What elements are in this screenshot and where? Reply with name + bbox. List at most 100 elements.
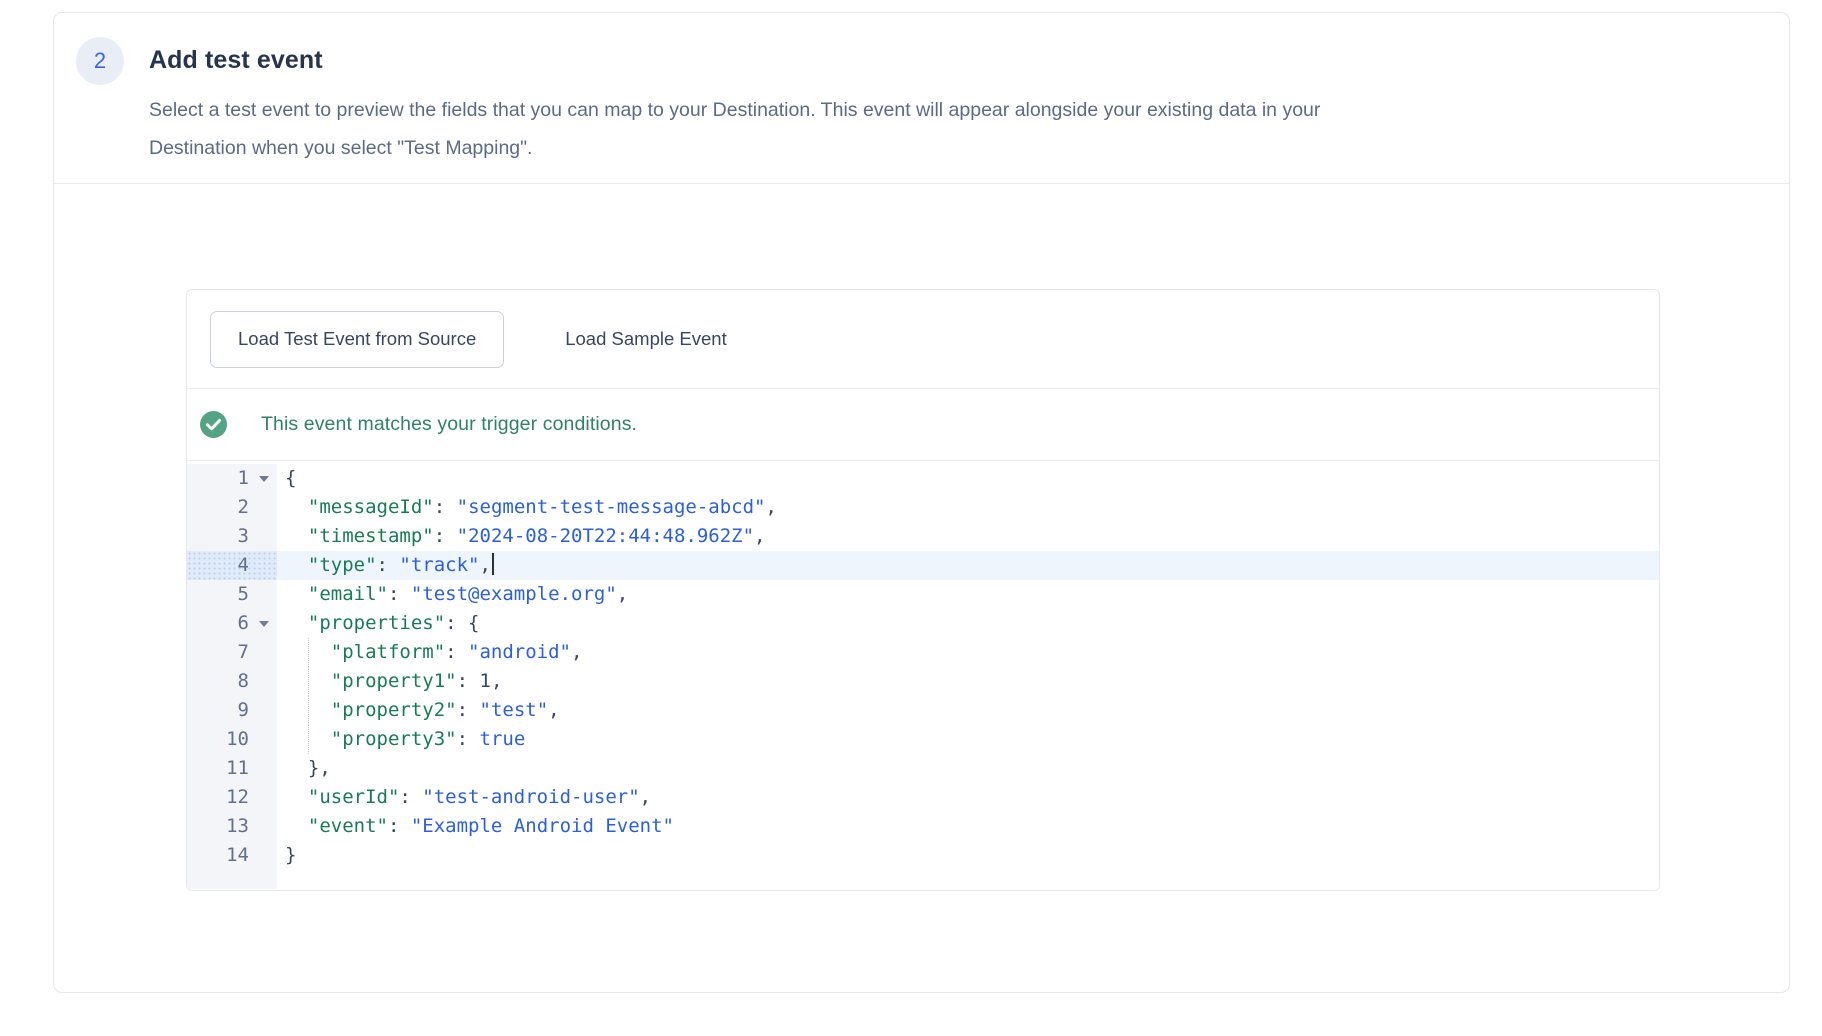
step-body: Load Test Event from Source Load Sample … [54, 184, 1789, 891]
code-content[interactable]: "userId": "test-android-user", [277, 783, 1659, 812]
code-token: "segment-test-message-abcd" [457, 496, 766, 518]
code-token: : [399, 786, 422, 808]
code-token: "Example Android Event" [411, 815, 674, 837]
code-token: "test@example.org" [411, 583, 617, 605]
code-content[interactable]: }, [277, 754, 1659, 783]
text-cursor [492, 553, 494, 575]
code-token: : [457, 670, 480, 692]
code-content[interactable]: } [277, 841, 1659, 870]
indent [285, 612, 308, 634]
code-token: , [491, 670, 502, 692]
add-test-event-card: 2 Add test event Select a test event to … [53, 12, 1790, 993]
code-token: "property2" [331, 699, 457, 721]
code-token: "email" [308, 583, 388, 605]
load-sample-event-button[interactable]: Load Sample Event [538, 311, 753, 368]
code-content[interactable]: "properties": { [277, 609, 1659, 638]
code-line-8[interactable]: 8 "property1": 1, [187, 667, 1659, 696]
load-test-event-button[interactable]: Load Test Event from Source [210, 311, 504, 368]
indent [285, 757, 308, 779]
code-line-12[interactable]: 12 "userId": "test-android-user", [187, 783, 1659, 812]
gutter-filler [187, 870, 1659, 889]
json-editor[interactable]: 1{2 "messageId": "segment-test-message-a… [187, 461, 1659, 891]
code-filler-cell [277, 870, 1659, 889]
indent-guide-line [308, 638, 309, 667]
event-source-toolbar: Load Test Event from Source Load Sample … [187, 290, 1659, 389]
gutter-cell: 6 [187, 609, 277, 638]
code-content[interactable]: "event": "Example Android Event" [277, 812, 1659, 841]
line-number: 5 [238, 583, 249, 605]
code-content[interactable]: "platform": "android", [277, 638, 1659, 667]
code-token: : [434, 496, 457, 518]
gutter-cell: 10 [187, 725, 277, 754]
line-number: 3 [238, 525, 249, 547]
trigger-match-banner: This event matches your trigger conditio… [187, 389, 1659, 461]
code-token: : [434, 525, 457, 547]
code-token: , [640, 786, 651, 808]
line-number: 6 [238, 612, 249, 634]
gutter-cell: 7 [187, 638, 277, 667]
code-token: , [754, 525, 765, 547]
code-token: 1 [480, 670, 491, 692]
code-line-2[interactable]: 2 "messageId": "segment-test-message-abc… [187, 493, 1659, 522]
code-line-3[interactable]: 3 "timestamp": "2024-08-20T22:44:48.962Z… [187, 522, 1659, 551]
fold-arrow-icon[interactable] [259, 476, 269, 482]
step-number-badge: 2 [76, 37, 124, 85]
indent [285, 525, 308, 547]
gutter-cell: 5 [187, 580, 277, 609]
step-header: 2 Add test event Select a test event to … [54, 13, 1789, 184]
code-line-4[interactable]: 4 "type": "track", [187, 551, 1659, 580]
line-number: 13 [226, 815, 249, 837]
line-number: 9 [238, 699, 249, 721]
code-token: "2024-08-20T22:44:48.962Z" [457, 525, 754, 547]
indent-guide-line [308, 696, 309, 725]
code-token: : { [445, 612, 479, 634]
code-token: : [457, 728, 480, 750]
code-line-11[interactable]: 11 }, [187, 754, 1659, 783]
code-token: "property3" [331, 728, 457, 750]
code-token: "timestamp" [308, 525, 434, 547]
gutter-cell: 11 [187, 754, 277, 783]
code-line-5[interactable]: 5 "email": "test@example.org", [187, 580, 1659, 609]
code-content[interactable]: "email": "test@example.org", [277, 580, 1659, 609]
gutter-cell: 4 [187, 551, 277, 580]
code-line-7[interactable]: 7 "platform": "android", [187, 638, 1659, 667]
code-token: "property1" [331, 670, 457, 692]
code-token: : [388, 815, 411, 837]
code-line-14[interactable]: 14} [187, 841, 1659, 870]
code-content[interactable]: { [277, 464, 1659, 493]
code-token: , [571, 641, 582, 663]
code-content[interactable]: "property1": 1, [277, 667, 1659, 696]
code-token: : [445, 641, 468, 663]
code-content[interactable]: "timestamp": "2024-08-20T22:44:48.962Z", [277, 522, 1659, 551]
gutter-cell: 14 [187, 841, 277, 870]
indent-guide-line [308, 725, 309, 754]
code-token: "track" [399, 554, 479, 576]
step-description: Select a test event to preview the field… [149, 91, 1320, 167]
page-title: Add test event [149, 46, 1320, 75]
code-token: }, [308, 757, 331, 779]
code-content[interactable]: "property2": "test", [277, 696, 1659, 725]
code-content[interactable]: "property3": true [277, 725, 1659, 754]
code-line-1[interactable]: 1{ [187, 464, 1659, 493]
line-number: 1 [238, 467, 249, 489]
code-line-9[interactable]: 9 "property2": "test", [187, 696, 1659, 725]
code-content[interactable]: "type": "track", [277, 551, 1659, 580]
gutter-cell: 2 [187, 493, 277, 522]
code-token: "test-android-user" [422, 786, 639, 808]
indent [285, 554, 308, 576]
fold-arrow-icon[interactable] [259, 621, 269, 627]
code-token: , [765, 496, 776, 518]
code-content[interactable]: "messageId": "segment-test-message-abcd"… [277, 493, 1659, 522]
code-token: { [285, 467, 296, 489]
line-number: 10 [226, 728, 249, 750]
line-number: 11 [226, 757, 249, 779]
code-line-10[interactable]: 10 "property3": true [187, 725, 1659, 754]
gutter-cell: 1 [187, 464, 277, 493]
gutter-filler-cell [187, 870, 277, 889]
code-line-13[interactable]: 13 "event": "Example Android Event" [187, 812, 1659, 841]
description-line-2: Destination when you select "Test Mappin… [149, 129, 1320, 167]
success-check-icon [200, 411, 227, 438]
code-line-6[interactable]: 6 "properties": { [187, 609, 1659, 638]
code-token: "platform" [331, 641, 445, 663]
line-number: 12 [226, 786, 249, 808]
